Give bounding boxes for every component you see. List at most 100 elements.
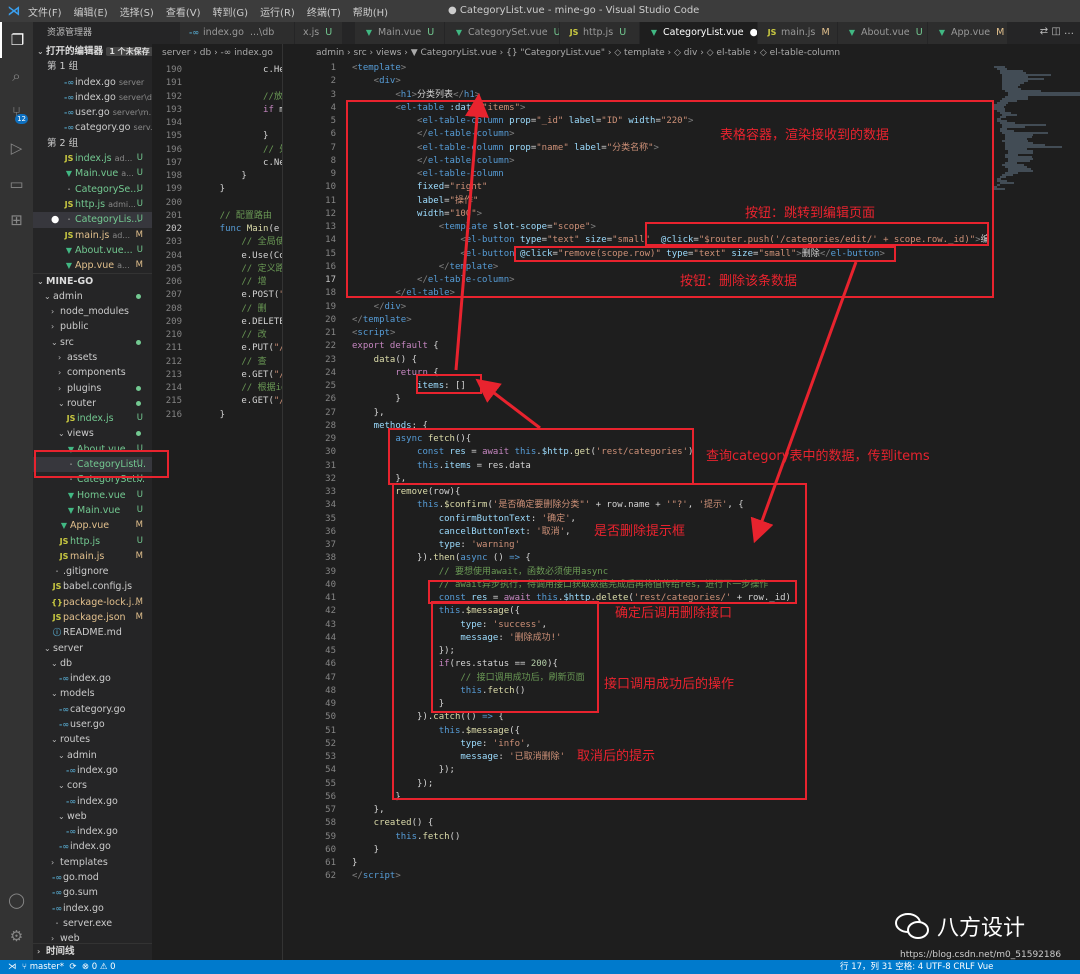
folder-item[interactable]: ⌄ views <box>33 426 152 441</box>
file-item[interactable]: -∞index.go <box>33 839 152 854</box>
editor-tab[interactable]: JS main.js M <box>758 22 838 44</box>
editor-split-divider[interactable] <box>282 44 306 960</box>
folder-item[interactable]: ⌄ cors <box>33 778 152 793</box>
open-editor-item[interactable]: -∞index.go server <box>33 75 152 90</box>
remote-icon[interactable]: ⋊ <box>8 962 17 972</box>
folder-item[interactable]: ⌄ router <box>33 396 152 411</box>
folder-item[interactable]: › public <box>33 319 152 334</box>
compare-icon[interactable]: ⇄ <box>1040 26 1048 37</box>
file-item[interactable]: ▼ Home.vue U <box>33 488 152 503</box>
editor-tab[interactable]: -∞ index.go ...\db <box>180 22 295 44</box>
source-control-icon[interactable]: ⑂ 12 <box>0 94 33 130</box>
file-item[interactable]: -∞index.go <box>33 763 152 778</box>
menu-item[interactable]: 终端(T) <box>307 8 341 19</box>
folder-item[interactable]: ⌄ admin <box>33 748 152 763</box>
file-item[interactable]: JS index.js U <box>33 411 152 426</box>
folder-item[interactable]: › node_modules <box>33 304 152 319</box>
account-icon[interactable]: ◯ <box>0 882 33 918</box>
folder-item[interactable]: › components <box>33 365 152 380</box>
sync-status[interactable]: ⟳ <box>69 962 76 972</box>
timeline-header[interactable]: › 时间线 <box>33 942 152 958</box>
open-editor-item[interactable]: JS main.js ad... M <box>33 228 152 243</box>
open-editor-item[interactable]: JS http.js admi... U <box>33 197 152 212</box>
menu-item[interactable]: 运行(R) <box>260 8 295 19</box>
folder-item[interactable]: ⌄ web <box>33 809 152 824</box>
open-editor-item[interactable]: -∞user.go server\m... <box>33 105 152 120</box>
code-line: 198 } <box>152 170 282 183</box>
editor-tab[interactable]: JS http.js U <box>560 22 640 44</box>
file-item[interactable]: -∞go.sum <box>33 885 152 900</box>
editor-tab[interactable]: ▼ About.vue U <box>838 22 928 44</box>
file-path-hint: a... <box>117 261 130 271</box>
file-item[interactable]: ▼ App.vue M <box>33 518 152 533</box>
file-item[interactable]: ▼ Main.vue U <box>33 503 152 518</box>
split-editor-icon[interactable]: ◫ <box>1051 26 1060 37</box>
open-editor-item[interactable]: -∞index.go server\db <box>33 90 152 105</box>
folder-item[interactable]: › templates <box>33 855 152 870</box>
tab-status[interactable]: ● <box>750 27 757 38</box>
explorer-icon[interactable]: ❐ <box>0 22 33 58</box>
code-line: 21 <script> <box>306 327 990 340</box>
file-item[interactable]: JS babel.config.js <box>33 579 152 594</box>
chevron-right-icon: › <box>58 383 62 393</box>
file-item[interactable]: · .gitignore <box>33 564 152 579</box>
git-branch[interactable]: master* <box>30 962 64 972</box>
folder-item[interactable]: ⌄ server <box>33 641 152 656</box>
file-item[interactable]: -∞index.go <box>33 794 152 809</box>
file-item[interactable]: {}package-lock.j... M <box>33 595 152 610</box>
editor-tab[interactable]: ▼ CategorySet.vue U <box>445 22 560 44</box>
open-editor-item[interactable]: JS index.js ad... U <box>33 151 152 166</box>
menu-item[interactable]: 转到(G) <box>213 8 249 19</box>
open-editor-item[interactable]: ▼ About.vue... U <box>33 243 152 258</box>
editor-tab[interactable]: ▼ Main.vue U <box>355 22 445 44</box>
remote-explorer-icon[interactable]: ▭ <box>0 166 33 202</box>
run-debug-icon[interactable]: ▷ <box>0 130 33 166</box>
items-highlight-box <box>416 374 482 394</box>
folder-item[interactable]: ⌄ src <box>33 335 152 350</box>
file-item[interactable]: -∞user.go <box>33 717 152 732</box>
search-icon[interactable]: ⌕ <box>0 58 33 94</box>
menu-item[interactable]: 帮助(H) <box>353 8 388 19</box>
file-type-icon: JS <box>59 551 69 561</box>
open-editor-item[interactable]: ▼ App.vue a... M <box>33 258 152 273</box>
folder-item[interactable]: ⌄ models <box>33 686 152 701</box>
breadcrumb-right[interactable]: admin › src › views › ▼ CategoryList.vue… <box>306 44 1080 62</box>
menu-item[interactable]: 文件(F) <box>28 8 62 19</box>
open-editors-header[interactable]: ⌄ 打开的编辑器 1 个未保存 <box>33 44 152 59</box>
file-item[interactable]: -∞index.go <box>33 671 152 686</box>
minimap[interactable] <box>990 62 1080 960</box>
editor-tab[interactable]: x.js U <box>295 22 343 44</box>
file-item[interactable]: JS http.js U <box>33 534 152 549</box>
open-editor-item[interactable]: ● · CategoryLis... U <box>33 212 152 228</box>
left-editor-pane[interactable]: 190 c.Heade191192 //放行所193 if meth194 c.… <box>152 62 282 960</box>
editor-tab[interactable]: ▼ App.vue M <box>928 22 1008 44</box>
file-item[interactable]: -∞category.go <box>33 702 152 717</box>
file-item[interactable]: -∞go.mod <box>33 870 152 885</box>
file-item[interactable]: -∞index.go <box>33 824 152 839</box>
menu-item[interactable]: 选择(S) <box>120 8 154 19</box>
problems-count[interactable]: ⊗ 0 ⚠ 0 <box>82 962 116 972</box>
line-number: 209 <box>165 316 182 327</box>
folder-item[interactable]: ⌄ admin <box>33 289 152 304</box>
extensions-icon[interactable]: ⊞ <box>0 202 33 238</box>
folder-item[interactable]: ⌄ db <box>33 656 152 671</box>
menu-item[interactable]: 编辑(E) <box>74 8 108 19</box>
settings-gear-icon[interactable]: ⚙ <box>0 918 33 954</box>
open-editor-item[interactable]: ▼ Main.vue a... U <box>33 166 152 181</box>
file-item[interactable]: · server.exe <box>33 916 152 931</box>
open-editor-item[interactable]: · CategorySe... U <box>33 182 152 197</box>
more-actions-icon[interactable]: … <box>1064 26 1074 37</box>
menu-item[interactable]: 查看(V) <box>166 8 201 19</box>
file-item[interactable]: ⓘ README.md <box>33 625 152 640</box>
folder-item[interactable]: › assets <box>33 350 152 365</box>
file-item[interactable]: JS main.js M <box>33 549 152 564</box>
breadcrumb-left[interactable]: server › db › -∞ index.go <box>152 44 282 62</box>
folder-item[interactable]: › plugins <box>33 381 152 396</box>
status-right[interactable]: 行 17，列 31 空格: 4 UTF-8 CRLF Vue <box>840 960 993 974</box>
open-editor-item[interactable]: -∞category.go serv... <box>33 120 152 135</box>
file-item[interactable]: -∞index.go <box>33 901 152 916</box>
file-item[interactable]: JS package.json M <box>33 610 152 625</box>
editor-tab[interactable]: ▼ CategoryList.vue ● <box>640 22 758 44</box>
project-header[interactable]: ⌄ MINE-GO <box>33 273 152 288</box>
folder-item[interactable]: ⌄ routes <box>33 732 152 747</box>
